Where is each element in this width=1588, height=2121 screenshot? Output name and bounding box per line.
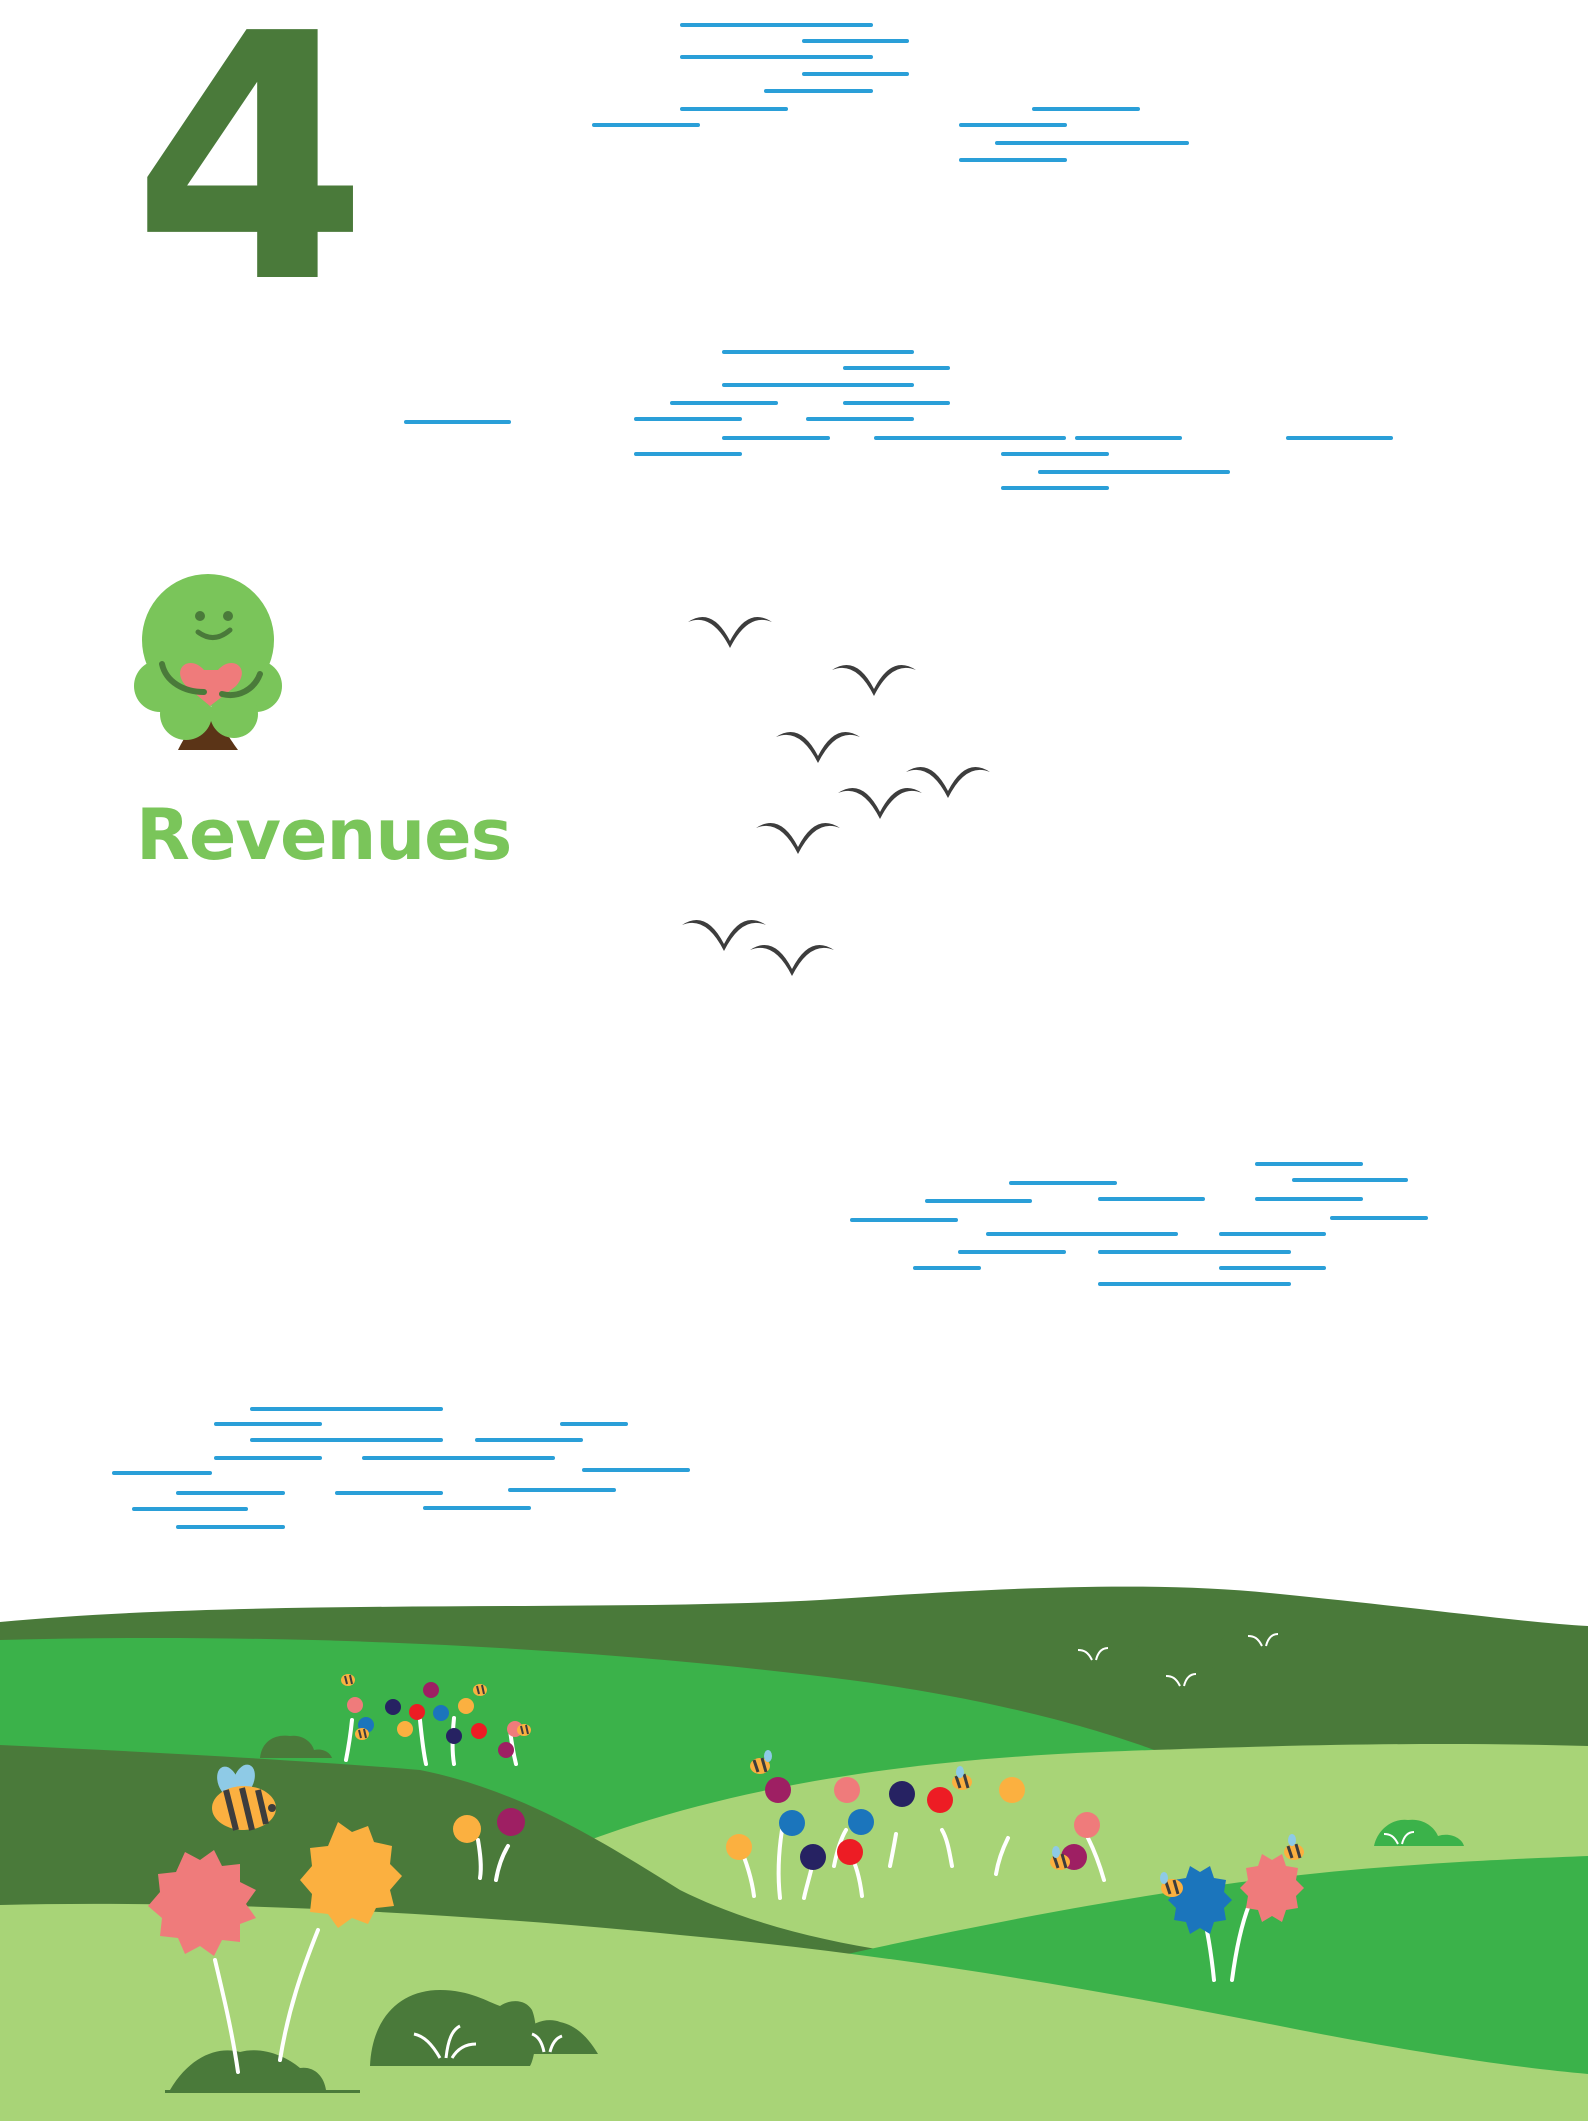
flower-icon xyxy=(834,1777,860,1803)
hills xyxy=(0,1586,1588,2121)
bird-icon xyxy=(776,731,860,763)
bee-icon xyxy=(473,1684,487,1696)
wind-lines-lower-left xyxy=(112,1407,690,1529)
flower-icon xyxy=(765,1777,791,1803)
flower-icon xyxy=(446,1728,462,1744)
wind-lines-right xyxy=(850,1162,1428,1286)
bee-icon xyxy=(355,1728,369,1740)
bird-icon xyxy=(756,822,840,854)
bird-icon xyxy=(750,944,834,976)
bird-icon xyxy=(838,787,922,819)
flower-icon xyxy=(498,1742,514,1758)
flower-icon xyxy=(1074,1812,1100,1838)
flower-icon xyxy=(458,1698,474,1714)
flower-icon xyxy=(409,1704,425,1720)
bird-icon xyxy=(832,664,916,696)
flower-icon xyxy=(837,1839,863,1865)
bird-icon xyxy=(906,766,990,798)
tree-hugging-heart-icon xyxy=(134,574,282,750)
flower-icon xyxy=(889,1781,915,1807)
chapter-number: 4 xyxy=(132,0,369,358)
flower-icon xyxy=(927,1787,953,1813)
wind-lines-top xyxy=(592,23,1189,162)
flower-icon xyxy=(423,1682,439,1698)
flower-icon xyxy=(347,1697,363,1713)
flower-icon xyxy=(453,1815,481,1843)
flower-icon xyxy=(999,1777,1025,1803)
flower-icon xyxy=(471,1723,487,1739)
flower-icon xyxy=(779,1810,805,1836)
bird-icon xyxy=(688,616,772,648)
bee-icon xyxy=(341,1674,355,1686)
bird-icon xyxy=(682,919,766,951)
bird-flock xyxy=(682,616,990,976)
flower-icon xyxy=(726,1834,752,1860)
flower-icon xyxy=(433,1705,449,1721)
wind-lines-upper-middle xyxy=(404,350,1393,490)
flower-icon xyxy=(397,1721,413,1737)
section-title: Revenues xyxy=(136,794,512,876)
flower-icon xyxy=(848,1809,874,1835)
flower-icon xyxy=(800,1844,826,1870)
flower-icon xyxy=(497,1808,525,1836)
bee-icon xyxy=(517,1724,531,1736)
flower-icon xyxy=(385,1699,401,1715)
